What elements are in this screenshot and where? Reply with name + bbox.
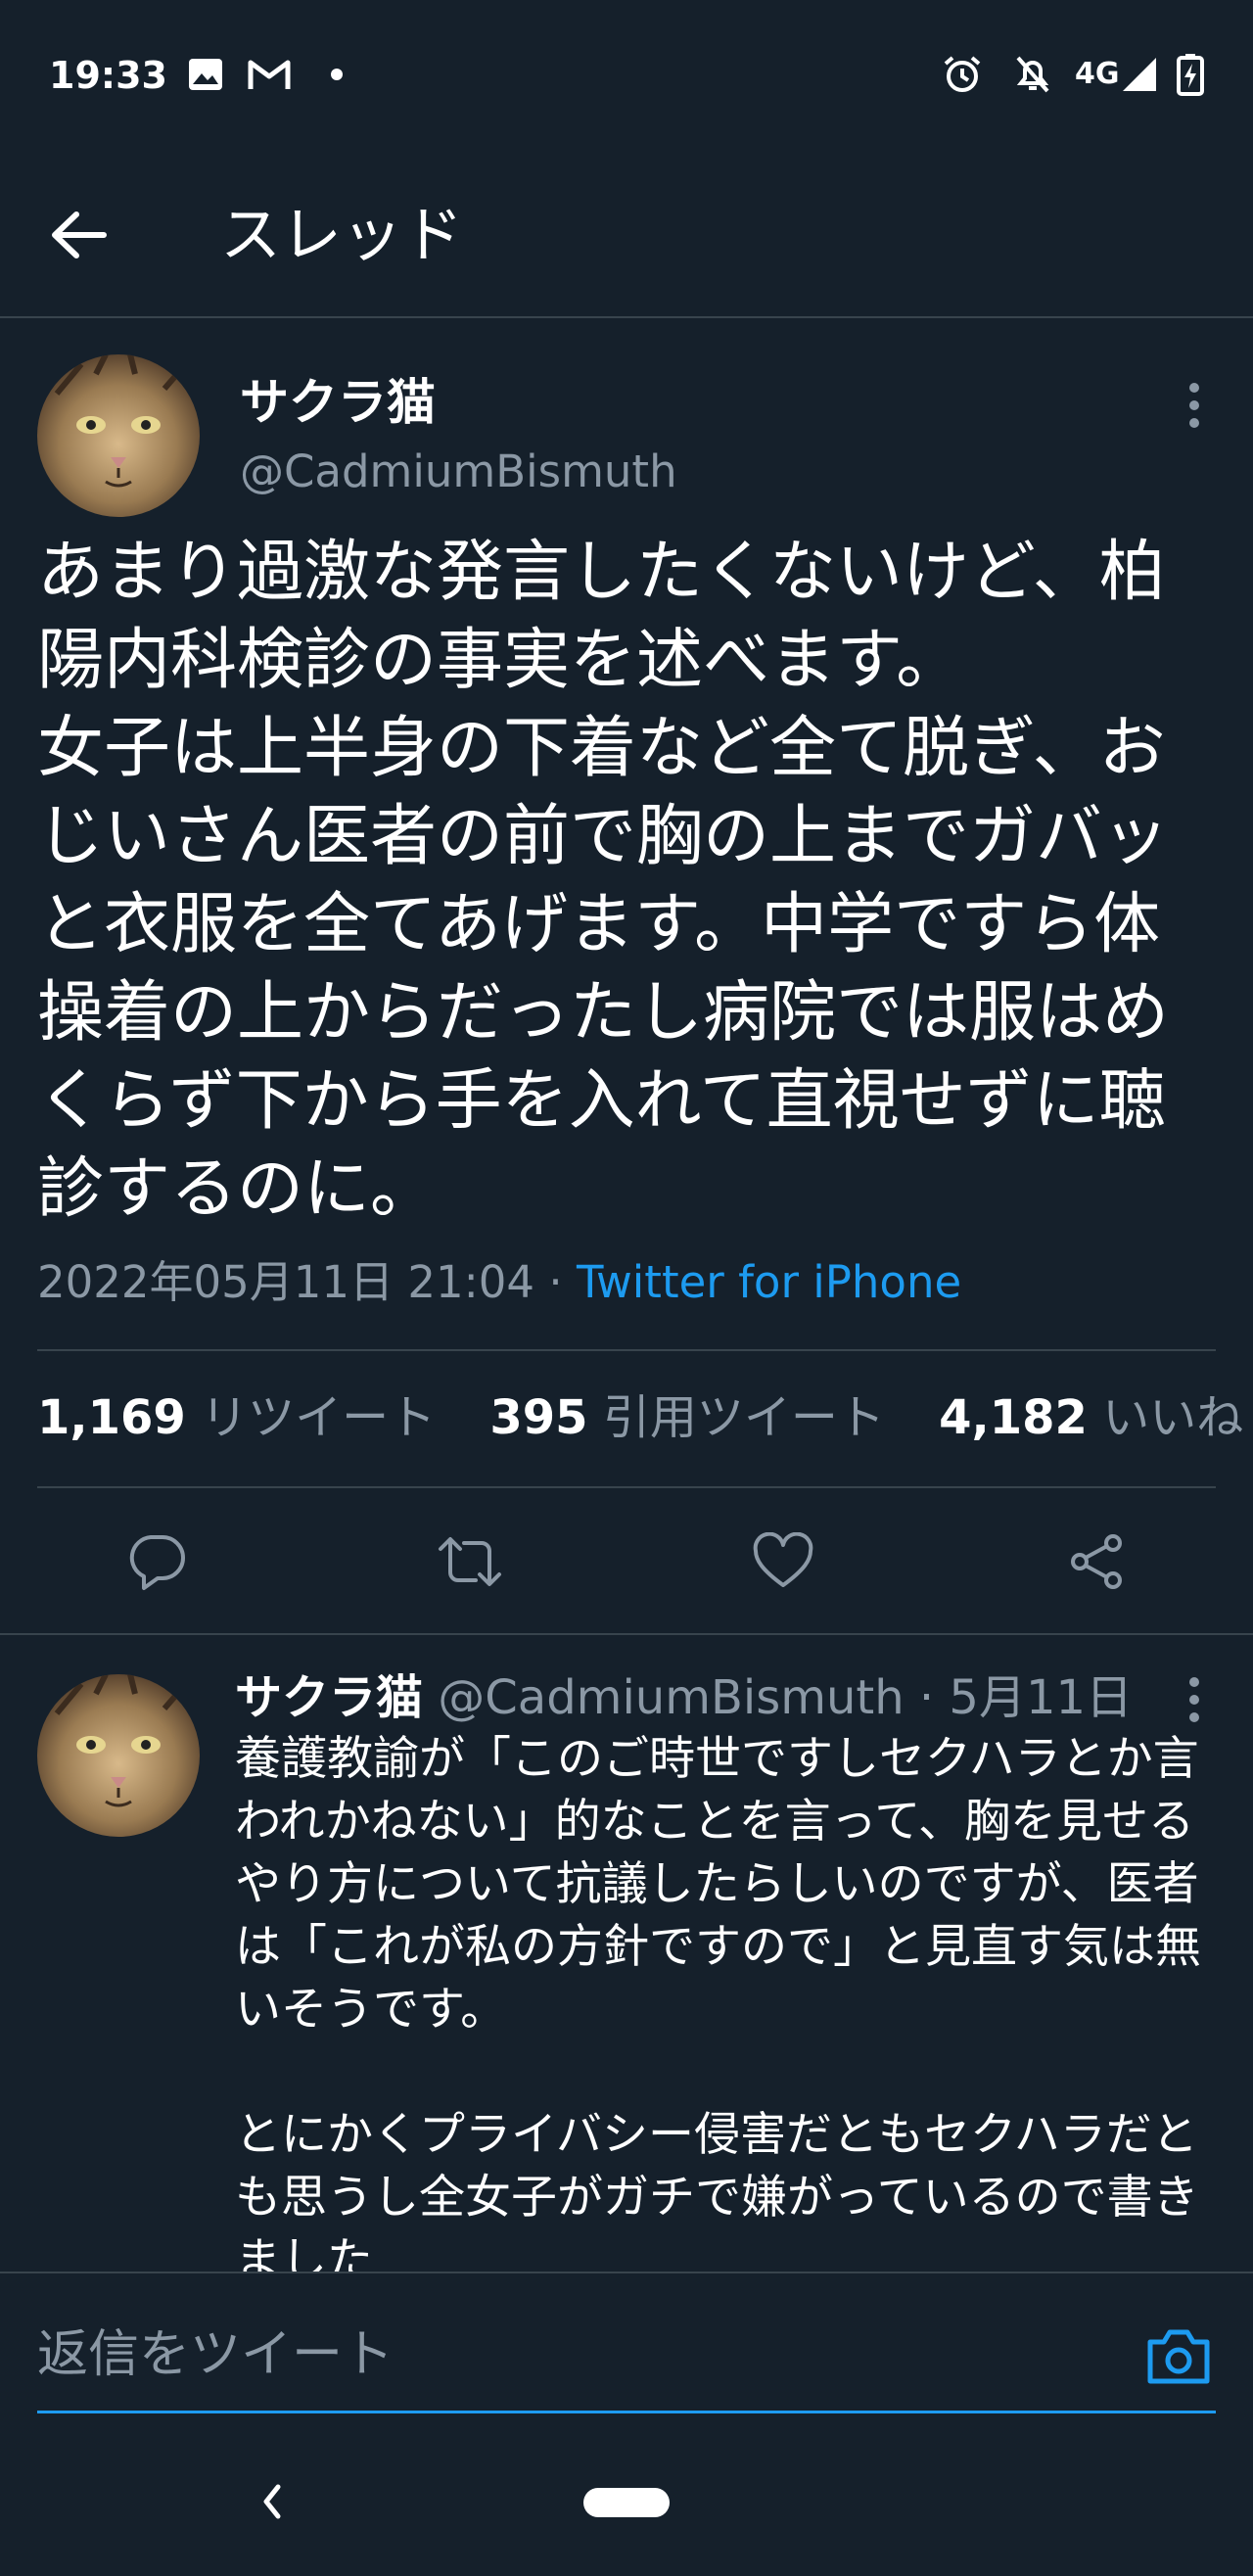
retweet-stat[interactable]: 1,169 リツイート bbox=[37, 1390, 475, 1445]
tweet-stats: 1,169 リツイート 395 引用ツイート 4,182 いいね bbox=[37, 1388, 1253, 1447]
display-name[interactable]: サクラ猫 bbox=[240, 370, 436, 435]
retweet-icon bbox=[439, 1537, 501, 1586]
camera-icon bbox=[1147, 2329, 1210, 2384]
tweet-timestamp[interactable]: 2022年05月11日 21:04 bbox=[37, 1256, 534, 1308]
avatar[interactable] bbox=[37, 354, 200, 517]
nav-back-button[interactable] bbox=[253, 2477, 292, 2526]
reply-header: サクラ猫 @CadmiumBismuth · 5月11日 bbox=[235, 1666, 1133, 1729]
reply-display-name[interactable]: サクラ猫 bbox=[235, 1670, 423, 1725]
divider bbox=[37, 1486, 1216, 1488]
like-button[interactable] bbox=[744, 1522, 822, 1601]
home-pill[interactable] bbox=[583, 2488, 670, 2517]
mute-icon bbox=[1010, 53, 1055, 96]
page-title: スレッド bbox=[220, 199, 464, 270]
reply-icon bbox=[129, 1535, 185, 1590]
divider bbox=[37, 1349, 1216, 1351]
reply-button[interactable] bbox=[117, 1522, 196, 1601]
meta-separator: · bbox=[534, 1256, 577, 1308]
battery-charging-icon bbox=[1175, 53, 1206, 96]
reply-date[interactable]: · 5月11日 bbox=[905, 1670, 1133, 1725]
share-button[interactable] bbox=[1057, 1522, 1136, 1601]
reply-input-underline bbox=[37, 2411, 1216, 2413]
reply-input[interactable]: 返信をツイート bbox=[37, 2320, 394, 2389]
chevron-left-icon bbox=[263, 2484, 281, 2519]
status-time: 19:33 bbox=[49, 54, 167, 97]
tweet-meta: 2022年05月11日 21:04 · Twitter for iPhone bbox=[37, 1253, 961, 1312]
like-stat[interactable]: 4,182 いいね bbox=[939, 1390, 1253, 1445]
alarm-icon bbox=[940, 53, 985, 96]
reply-avatar[interactable] bbox=[37, 1674, 200, 1837]
arrow-left-icon bbox=[52, 211, 107, 258]
share-icon bbox=[1071, 1534, 1122, 1589]
header-divider bbox=[0, 316, 1253, 318]
tweet-text: あまり過激な発言したくないけど、柏陽内科検診の事実を述べます。 女子は上半身の下… bbox=[37, 534, 1170, 1228]
reply-text: 養護教諭が「このご時世ですしセクハラとか言われかねない」的なことを言って、胸を見… bbox=[235, 1732, 1201, 2272]
retweet-button[interactable] bbox=[431, 1522, 509, 1601]
reply-tweet[interactable]: サクラ猫 @CadmiumBismuth · 5月11日 養護教諭が「このご時世… bbox=[0, 1625, 1253, 2272]
quote-stat[interactable]: 395 引用ツイート bbox=[489, 1390, 923, 1445]
dot-icon bbox=[325, 53, 348, 96]
gmail-icon bbox=[245, 53, 294, 96]
reply-more-options-icon[interactable] bbox=[1175, 1676, 1214, 1725]
camera-button[interactable] bbox=[1143, 2320, 1214, 2391]
reply-handle[interactable]: @CadmiumBismuth bbox=[438, 1670, 904, 1725]
network-label: 4G bbox=[1075, 57, 1120, 91]
like-icon bbox=[753, 1532, 813, 1587]
back-button[interactable] bbox=[49, 201, 127, 269]
handle[interactable]: @CadmiumBismuth bbox=[240, 443, 677, 501]
compose-divider bbox=[0, 2272, 1253, 2273]
more-options-icon[interactable] bbox=[1175, 382, 1214, 431]
signal-icon bbox=[1120, 53, 1159, 96]
tweet-source[interactable]: Twitter for iPhone bbox=[577, 1256, 961, 1308]
image-icon bbox=[186, 53, 225, 96]
